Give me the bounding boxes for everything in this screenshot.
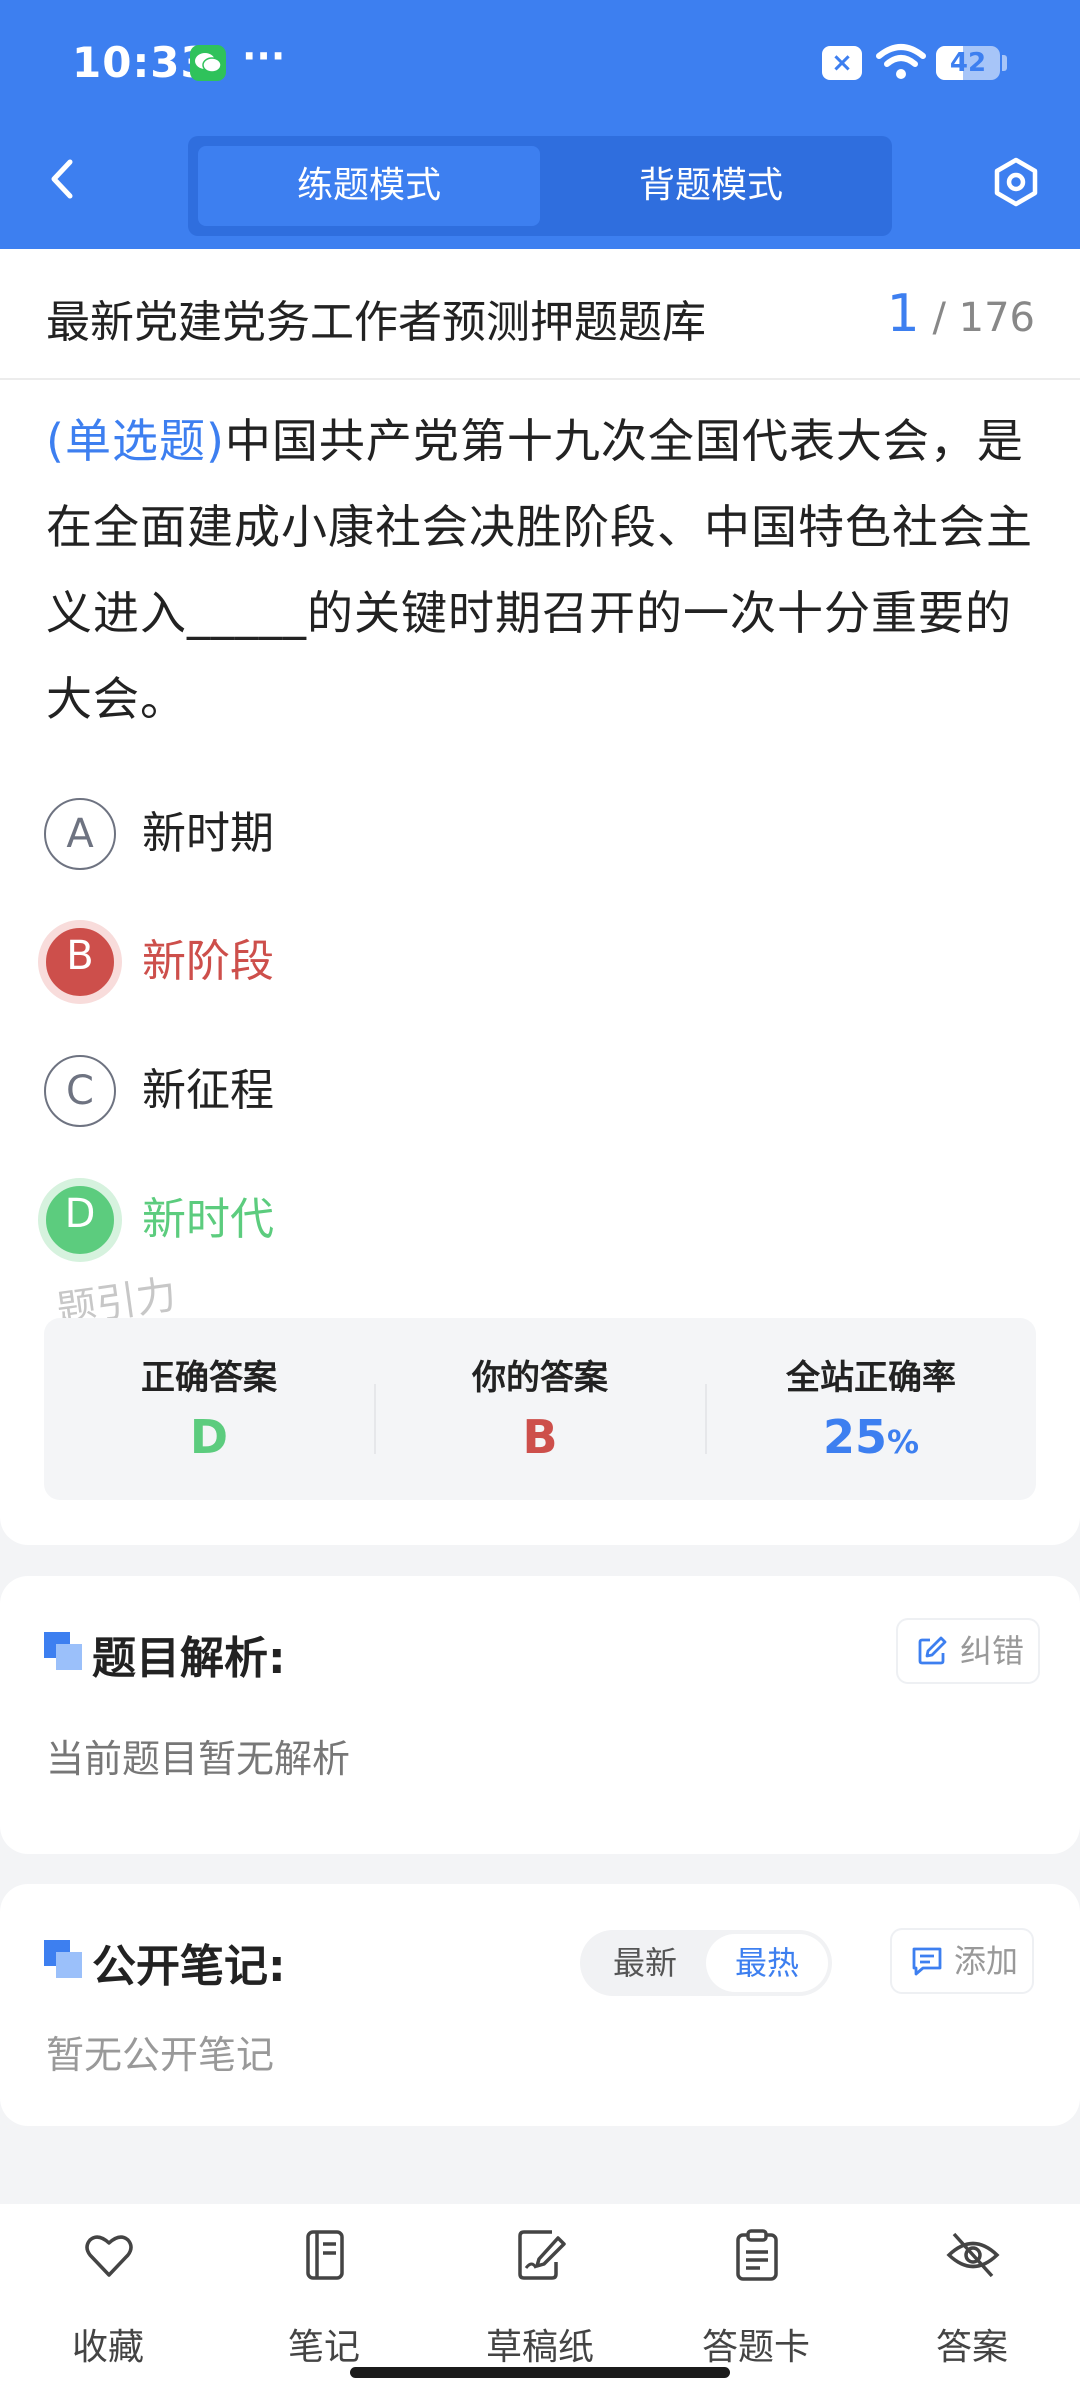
add-note-button[interactable]: 添加 xyxy=(892,1930,1033,1992)
analysis-title: 题目解析: xyxy=(92,1633,286,1684)
analysis-body: 当前题目暂无解析 xyxy=(46,1737,351,1781)
correct-answer-col: 正确答案 D xyxy=(44,1318,374,1500)
sort-latest[interactable]: 最新 xyxy=(584,1934,706,1992)
edit-icon xyxy=(918,1636,947,1665)
battery-tip xyxy=(1002,55,1007,71)
more-notifications-icon: ··· xyxy=(242,34,286,78)
question-counter[interactable]: 1 / 176 xyxy=(887,284,1035,344)
accuracy-rate-number: 25 xyxy=(822,1410,887,1464)
accuracy-rate-value: 25% xyxy=(706,1410,1036,1464)
tab-recite-mode[interactable]: 背题模式 xyxy=(540,146,882,226)
sort-hottest[interactable]: 最热 xyxy=(706,1934,828,1992)
show-answer-label: 答案 xyxy=(935,2327,1008,2368)
correct-answer-value: D xyxy=(189,1410,229,1464)
question-stem: (单选题)中国共产党第十九次全国代表大会，是在全面建成小康社会决胜阶段、中国特色… xyxy=(46,398,1040,742)
correct-answer-label: 正确答案 xyxy=(141,1358,277,1398)
question-type: (单选题) xyxy=(46,414,225,468)
option-text: 新时期 xyxy=(142,808,274,859)
add-note-label: 添加 xyxy=(954,1942,1019,1980)
eye-off-icon xyxy=(946,2232,1000,2278)
notes-button[interactable]: 笔记 xyxy=(224,2228,424,2378)
option-letter: C xyxy=(44,1055,116,1127)
notes-label: 笔记 xyxy=(287,2327,360,2368)
option-c[interactable]: C 新征程 xyxy=(44,1055,744,1131)
settings-icon[interactable] xyxy=(990,156,1042,208)
app-header: 10:33 ··· × 42 练题模式 背题模式 xyxy=(0,0,1080,249)
notes-title: 公开笔记: xyxy=(92,1941,286,1992)
analysis-panel xyxy=(0,1576,1080,1854)
draft-paper-icon xyxy=(518,2230,566,2280)
answer-sheet-button[interactable]: 答题卡 xyxy=(656,2228,856,2378)
battery-icon: 42 xyxy=(936,46,1000,80)
notes-body: 暂无公开笔记 xyxy=(46,2033,275,2077)
your-answer-col: 你的答案 B xyxy=(375,1318,705,1500)
your-answer-value: B xyxy=(522,1410,558,1464)
option-a[interactable]: A 新时期 xyxy=(44,798,744,874)
notes-sort-toggle: 最新 最热 xyxy=(580,1930,832,1996)
wechat-notification-icon xyxy=(190,45,226,81)
scratch-paper-label: 草稿纸 xyxy=(485,2327,594,2368)
tab-practice-mode[interactable]: 练题模式 xyxy=(198,146,540,226)
favorite-label: 收藏 xyxy=(71,2327,144,2368)
notes-panel xyxy=(0,1884,1080,2126)
accuracy-rate-unit: % xyxy=(886,1423,920,1461)
mode-switch: 练题模式 背题模式 xyxy=(188,136,892,236)
status-bar: 10:33 ··· × 42 xyxy=(0,0,1080,126)
section-icon xyxy=(44,1940,82,1978)
section-icon xyxy=(44,1632,82,1670)
scratch-paper-button[interactable]: 草稿纸 xyxy=(440,2228,640,2378)
option-letter: D xyxy=(38,1178,122,1262)
show-answer-button[interactable]: 答案 xyxy=(872,2228,1072,2378)
comment-icon xyxy=(912,1947,942,1976)
total-questions: / 176 xyxy=(932,295,1035,341)
option-text: 新征程 xyxy=(142,1065,274,1116)
option-letter: A xyxy=(44,798,116,870)
battery-level: 42 xyxy=(949,48,987,78)
answer-sheet-label: 答题卡 xyxy=(701,2327,810,2368)
report-error-button[interactable]: 纠错 xyxy=(898,1620,1039,1682)
current-question-number: 1 xyxy=(886,284,920,344)
option-letter: B xyxy=(38,920,122,1004)
answer-result-box: 正确答案 D 你的答案 B 全站正确率 25% xyxy=(44,1318,1036,1500)
back-arrow-icon[interactable] xyxy=(40,156,86,202)
accuracy-rate-col: 全站正确率 25% xyxy=(706,1318,1036,1500)
wifi-icon xyxy=(876,44,926,79)
accuracy-rate-label: 全站正确率 xyxy=(786,1358,956,1398)
report-error-label: 纠错 xyxy=(960,1632,1025,1670)
divider xyxy=(0,378,1080,380)
option-text: 新时代 xyxy=(142,1194,274,1245)
favorite-button[interactable]: 收藏 xyxy=(8,2228,208,2378)
your-answer-label: 你的答案 xyxy=(472,1358,608,1398)
no-sim-icon: × xyxy=(822,46,862,80)
option-b[interactable]: B 新阶段 xyxy=(38,920,744,1004)
notebook-icon xyxy=(306,2230,344,2280)
option-text: 新阶段 xyxy=(142,936,274,987)
heart-icon xyxy=(85,2235,133,2277)
clipboard-icon xyxy=(736,2229,778,2281)
question-bank-title: 最新党建党务工作者预测押题题库 xyxy=(46,297,706,348)
option-d[interactable]: D 新时代 xyxy=(38,1178,744,1262)
home-indicator[interactable] xyxy=(350,2367,730,2378)
